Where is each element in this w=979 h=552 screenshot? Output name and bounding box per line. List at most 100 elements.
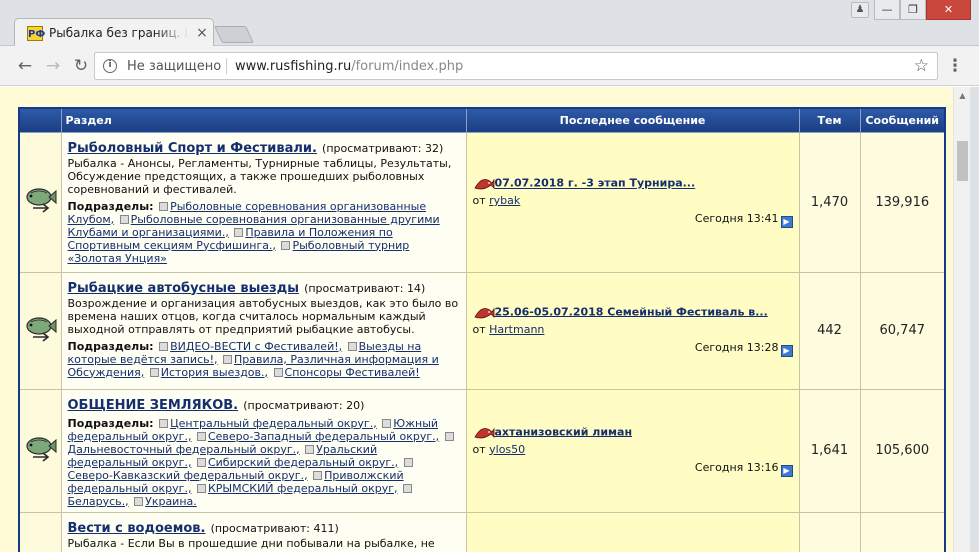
last-post-date: Сегодня <box>694 212 747 225</box>
subforum-link[interactable]: ВИДЕО-ВЕСТИ с Фестивалей!, <box>170 340 342 353</box>
subforum-folder-icon <box>134 496 144 506</box>
forum-heading: Вести с водоемов. (просматривают: 411) <box>68 517 460 536</box>
last-post-title-link[interactable]: 25.06-05.07.2018 Семейный Фестиваль в... <box>495 305 768 318</box>
subforum-folder-icon <box>402 483 412 493</box>
subforum-folder-icon <box>347 341 357 351</box>
tab-close-icon[interactable]: × <box>195 25 209 41</box>
last-post-cell <box>465 511 800 552</box>
forum-viewing-count: (просматривают: 411) <box>210 521 339 535</box>
last-post-time: Сегодня 13:41 ▶ <box>473 212 793 228</box>
url-text[interactable]: www.rusfishing.ru/forum/index.php <box>235 59 463 74</box>
subforum-link[interactable]: Дальневосточный федеральный округ., <box>68 443 300 456</box>
forum-row: Рыболовный Спорт и Фестивали. (просматри… <box>18 131 946 273</box>
last-post-line: ахтанизовский лиман <box>473 425 793 440</box>
last-post-fish-icon <box>473 425 495 440</box>
last-post-fish-icon <box>473 305 495 320</box>
forum-icon-cell <box>18 131 62 273</box>
forum-heading: ОБЩЕНИЕ ЗЕМЛЯКОВ. (просматривают: 20) <box>68 394 460 413</box>
last-post-author-link[interactable]: Hartmann <box>489 323 544 336</box>
forum-info-cell: Вести с водоемов. (просматривают: 411) Ры… <box>60 511 467 552</box>
subforum-folder-icon <box>223 354 233 364</box>
last-post-author: от rybak <box>473 194 793 207</box>
back-icon[interactable]: ← <box>14 55 36 77</box>
goto-last-post-icon[interactable]: ▶ <box>780 344 793 357</box>
subforum-link[interactable]: Украина. <box>145 495 197 508</box>
last-post-line: 07.07.2018 г. -3 этап Турнира... <box>473 176 793 191</box>
browser-tab[interactable]: РФ Рыбалка без границ. Це × <box>14 18 214 47</box>
forum-rows: Рыболовный Спорт и Фестивали. (просматри… <box>18 131 946 552</box>
forum-viewing-count: (просматривают: 14) <box>304 281 426 295</box>
last-post-title-link[interactable]: ахтанизовский лиман <box>495 425 633 438</box>
subforum-link[interactable]: Беларусь., <box>68 495 129 508</box>
scroll-up-icon[interactable]: ▲ <box>954 89 971 103</box>
header-icon-cell <box>18 107 62 133</box>
last-post-line: 25.06-05.07.2018 Семейный Фестиваль в... <box>473 305 793 320</box>
address-bar[interactable]: i Не защищено www.rusfishing.ru/forum/in… <box>94 52 938 80</box>
last-post-author-link[interactable]: ylos50 <box>489 443 525 456</box>
user-icon[interactable]: ♟ <box>851 2 869 18</box>
fish-forum-icon <box>23 312 57 346</box>
new-tab-button[interactable] <box>214 26 254 43</box>
posts-count <box>859 511 946 552</box>
info-icon[interactable]: i <box>103 59 117 73</box>
subforum-link[interactable]: Северо-Западный федеральный округ., <box>208 430 439 443</box>
reload-icon[interactable]: ↻ <box>70 55 92 77</box>
forum-subsections: Подразделы: ВИДЕО-ВЕСТИ с Фестивалей!, В… <box>68 340 460 379</box>
page-scrollbar[interactable]: ▲ <box>953 87 970 552</box>
forum-subsections: Подразделы: Центральный федеральный окру… <box>68 417 460 508</box>
forum-title-link[interactable]: Рыболовный Спорт и Фестивали. <box>68 141 317 156</box>
subforum-link[interactable]: Сибирский федеральный округ., <box>208 456 398 469</box>
forum-table: Раздел Последнее сообщение Тем Сообщений… <box>18 107 946 552</box>
header-last-post: Последнее сообщение <box>465 107 800 133</box>
forum-description: Рыбалка - Если Вы в прошедшие дни побыва… <box>67 536 435 550</box>
subforum-link[interactable]: Северо-Кавказский федеральный округ., <box>68 469 308 482</box>
forum-title-link[interactable]: Вести с водоемов. <box>68 521 206 536</box>
from-label: от <box>472 194 490 207</box>
last-post-author-link[interactable]: rybak <box>489 194 520 207</box>
topics-count: 1,641 <box>798 388 861 513</box>
maximize-icon[interactable]: ❐ <box>900 0 926 20</box>
close-icon[interactable]: ✕ <box>926 0 971 20</box>
scroll-thumb[interactable] <box>957 141 968 181</box>
star-icon[interactable]: ☆ <box>914 56 929 76</box>
subforum-folder-icon <box>159 341 169 351</box>
last-post-title-link[interactable]: 07.07.2018 г. -3 этап Турнира... <box>495 177 696 190</box>
subforum-folder-icon <box>196 457 206 467</box>
forum-heading: Рыболовный Спорт и Фестивали. (просматри… <box>68 137 460 156</box>
url-host: www.rusfishing.ru <box>235 59 352 74</box>
forum-info-cell: ОБЩЕНИЕ ЗЕМЛЯКОВ. (просматривают: 20) Под… <box>60 388 467 513</box>
subsections-label: Подразделы: <box>67 339 154 353</box>
forum-subsections: Подразделы: Рыболовные соревнования орга… <box>68 200 460 265</box>
forum-title-link[interactable]: Рыбацкие автобусные выезды <box>68 281 299 296</box>
subforum-folder-icon <box>382 418 392 428</box>
menu-icon[interactable]: ⋮ <box>945 55 965 77</box>
goto-last-post-icon[interactable]: ▶ <box>780 464 793 477</box>
subforum-folder-icon <box>305 444 315 454</box>
forward-icon[interactable]: → <box>42 55 64 77</box>
forum-info-cell: Рыбацкие автобусные выезды (просматриваю… <box>60 271 467 390</box>
goto-last-post-icon[interactable]: ▶ <box>780 216 793 228</box>
forum-viewing-count: (просматривают: 20) <box>243 398 365 412</box>
topics-count: 442 <box>798 271 861 390</box>
subforum-link[interactable]: История выездов., <box>161 366 268 379</box>
security-label: Не защищено <box>127 59 222 74</box>
subsections-label: Подразделы: <box>67 199 154 213</box>
subforum-link[interactable]: КРЫМСКИЙ федеральный округ, <box>208 482 398 495</box>
forum-info-cell: Рыболовный Спорт и Фестивали. (просматри… <box>60 131 467 273</box>
header-posts: Сообщений <box>859 107 946 133</box>
last-post-clock: 13:28 <box>746 340 779 354</box>
forum-title-link[interactable]: ОБЩЕНИЕ ЗЕМЛЯКОВ. <box>68 398 239 413</box>
window-controls: — ❐ ✕ <box>874 0 971 20</box>
omnibox-divider <box>226 58 227 74</box>
subforum-folder-icon <box>149 367 159 377</box>
subforum-folder-icon <box>273 367 283 377</box>
last-post-time: Сегодня 13:28 ▶ <box>473 341 793 357</box>
window-frame-edge <box>970 87 979 552</box>
last-post-time: Сегодня 13:16 ▶ <box>473 461 793 477</box>
subforum-folder-icon <box>403 457 413 467</box>
browser-toolbar: ← → ↻ i Не защищено www.rusfishing.ru/fo… <box>0 46 979 86</box>
minimize-icon[interactable]: — <box>874 0 900 20</box>
subforum-link[interactable]: Спонсоры Фестивалей! <box>285 366 420 379</box>
subforum-link[interactable]: Центральный федеральный округ., <box>170 417 377 430</box>
topics-count <box>798 511 861 552</box>
